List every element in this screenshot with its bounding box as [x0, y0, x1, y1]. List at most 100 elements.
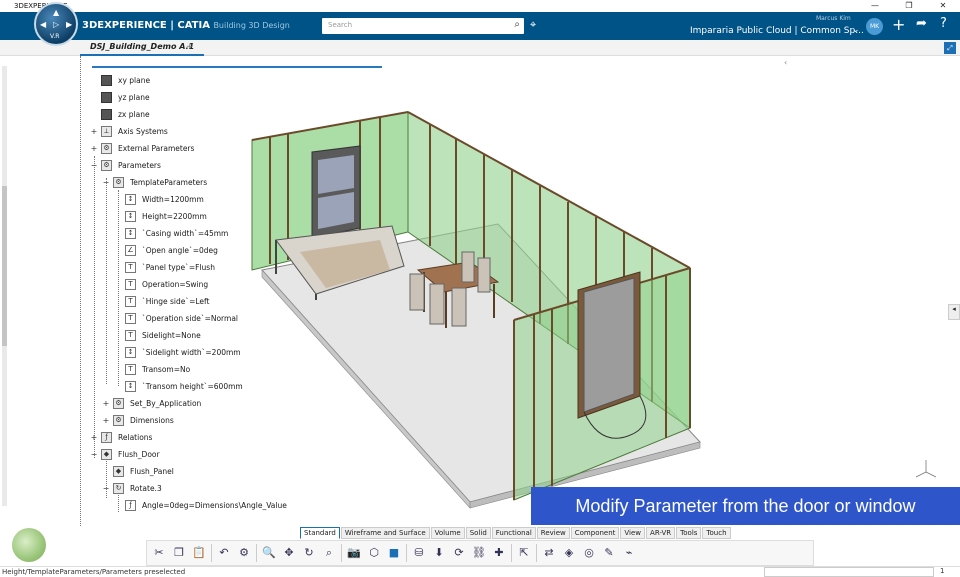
search-box[interactable]: Search ⌕: [322, 18, 524, 34]
compass-back-icon[interactable]: ◀: [40, 20, 46, 29]
help-icon[interactable]: ?: [940, 16, 947, 31]
tree-expander[interactable]: −: [102, 484, 110, 493]
cut-icon[interactable]: ✂: [151, 545, 167, 561]
3d-viewport[interactable]: ‹ ◂ xy plane yz plane zx plane + ⟂ Axis …: [0, 56, 960, 530]
refresh-icon[interactable]: ⟳: [451, 545, 467, 561]
rotate-view-icon[interactable]: ↻: [301, 545, 317, 561]
tree-node-label[interactable]: xy plane: [117, 75, 152, 85]
tree-node-axis-systems[interactable]: + ⟂ Axis Systems: [90, 124, 169, 138]
command-input[interactable]: [764, 567, 934, 577]
section-tab-ar-vr[interactable]: AR-VR: [646, 527, 676, 539]
pan-icon[interactable]: ✥: [281, 545, 297, 561]
minimize-button[interactable]: —: [858, 0, 892, 12]
tree-node-param-transom[interactable]: T Transom=No: [114, 362, 192, 376]
tree-node-param-sidelight-width[interactable]: ↕ `Sidelight width`=200mm: [114, 345, 242, 359]
tree-node-rotate-3[interactable]: − ↻ Rotate.3: [102, 481, 163, 495]
zoom-area-icon[interactable]: ⌕: [321, 545, 337, 561]
maximize-icon[interactable]: ⤢: [944, 42, 956, 54]
tree-node-flush-panel[interactable]: ◆ Flush_Panel: [102, 464, 175, 478]
copy-icon[interactable]: ❐: [171, 545, 187, 561]
tree-node-label[interactable]: Angle=0deg=Dimensions\Angle_Value: [141, 500, 288, 510]
section-tab-functional[interactable]: Functional: [491, 527, 536, 539]
probe-icon[interactable]: ◈: [561, 545, 577, 561]
tree-node-label[interactable]: `Transom height`=600mm: [141, 381, 244, 391]
tree-node-param-open-angle[interactable]: ∠ `Open angle`=0deg: [114, 243, 219, 257]
zoom-icon[interactable]: 🔍: [261, 545, 277, 561]
search-icon[interactable]: ⌕: [514, 19, 520, 30]
paste-icon[interactable]: 📋: [191, 545, 207, 561]
tree-node-label[interactable]: Flush_Door: [117, 449, 161, 459]
render-style-icon[interactable]: ■: [386, 545, 402, 561]
sketch-icon[interactable]: ⌁: [621, 545, 637, 561]
new-tab-button[interactable]: +: [186, 42, 194, 52]
tree-node-param-hinge-side[interactable]: T `Hinge side`=Left: [114, 294, 211, 308]
tree-expander[interactable]: +: [90, 127, 98, 136]
tree-node-label[interactable]: Dimensions: [129, 415, 175, 425]
tree-node-param-operation-side[interactable]: T `Operation side`=Normal: [114, 311, 239, 325]
section-tab-view[interactable]: View: [620, 527, 646, 539]
plus-icon[interactable]: ✚: [491, 545, 507, 561]
tree-node-param-sidelight[interactable]: T Sidelight=None: [114, 328, 202, 342]
tree-node-label[interactable]: `Operation side`=Normal: [141, 313, 239, 323]
tree-node-label[interactable]: Flush_Panel: [129, 466, 175, 476]
tree-node-yz-plane[interactable]: yz plane: [90, 90, 151, 104]
tree-node-label[interactable]: `Casing width`=45mm: [141, 228, 230, 238]
tree-node-label[interactable]: Width=1200mm: [141, 194, 205, 204]
tree-node-label[interactable]: Operation=Swing: [141, 279, 210, 289]
tree-node-angle-formula[interactable]: ƒ Angle=0deg=Dimensions\Angle_Value: [114, 498, 288, 512]
tree-expander[interactable]: −: [102, 178, 110, 187]
chevron-down-icon[interactable]: ⌄: [852, 25, 860, 35]
compass-forward-icon[interactable]: ▶: [66, 20, 72, 29]
annotation-icon[interactable]: ✎: [601, 545, 617, 561]
tree-node-param-panel-type[interactable]: T `Panel type`=Flush: [114, 260, 216, 274]
tree-node-label[interactable]: Axis Systems: [117, 126, 169, 136]
tree-node-label[interactable]: TemplateParameters: [129, 177, 209, 187]
section-tab-touch[interactable]: Touch: [702, 527, 731, 539]
save-icon[interactable]: ⬇: [431, 545, 447, 561]
tree-expander[interactable]: +: [102, 416, 110, 425]
measure-icon[interactable]: ⇄: [541, 545, 557, 561]
tree-node-param-casing-width[interactable]: ↕ `Casing width`=45mm: [114, 226, 230, 240]
section-tab-standard[interactable]: Standard: [300, 527, 340, 539]
side-panel-handle[interactable]: ◂: [948, 304, 960, 320]
tree-node-param-operation[interactable]: T Operation=Swing: [114, 277, 210, 291]
tree-node-parameters[interactable]: − ⚙ Parameters: [90, 158, 162, 172]
tree-node-label[interactable]: Relations: [117, 432, 154, 442]
tree-node-xy-plane[interactable]: xy plane: [90, 73, 152, 87]
view-cube-icon[interactable]: ⬡: [366, 545, 382, 561]
tree-expander[interactable]: −: [90, 450, 98, 459]
tree-expander[interactable]: +: [90, 144, 98, 153]
compass[interactable]: ▲ ◀ ▷ ▶ V.R: [34, 2, 78, 46]
tree-expander[interactable]: +: [102, 399, 110, 408]
section-tab-tools[interactable]: Tools: [676, 527, 702, 539]
database-icon[interactable]: ⛁: [411, 545, 427, 561]
section-tab-component[interactable]: Component: [570, 527, 620, 539]
tree-node-label[interactable]: Set_By_Application: [129, 398, 203, 408]
tree-expander[interactable]: −: [90, 161, 98, 170]
tree-node-label[interactable]: Transom=No: [141, 364, 192, 374]
tree-node-external-parameters[interactable]: + ⚙ External Parameters: [90, 141, 196, 155]
settings-icon[interactable]: ⚙: [236, 545, 252, 561]
section-tab-volume[interactable]: Volume: [430, 527, 465, 539]
tag-icon[interactable]: ⌖: [530, 18, 536, 32]
collab-space-selector[interactable]: Impararia Public Cloud | Common Sp...: [690, 26, 864, 36]
tree-node-set-by-application[interactable]: + ⚙ Set_By_Application: [102, 396, 203, 410]
tree-node-param-transom-height[interactable]: ↕ `Transom height`=600mm: [114, 379, 244, 393]
undo-icon[interactable]: ↶: [216, 545, 232, 561]
section-tab-wireframe[interactable]: Wireframe and Surface: [340, 527, 430, 539]
compass-up-icon[interactable]: ▲: [53, 8, 59, 17]
tree-node-label[interactable]: zx plane: [117, 109, 151, 119]
tree-node-zx-plane[interactable]: zx plane: [90, 107, 151, 121]
tree-node-param-height[interactable]: ↕ Height=2200mm: [114, 209, 208, 223]
tree-node-label[interactable]: yz plane: [117, 92, 151, 102]
move-icon[interactable]: ⇱: [516, 545, 532, 561]
close-button[interactable]: ✕: [926, 0, 960, 12]
tree-node-template-parameters[interactable]: − ⚙ TemplateParameters: [102, 175, 209, 189]
section-tab-solid[interactable]: Solid: [465, 527, 491, 539]
tree-node-label[interactable]: Parameters: [117, 160, 162, 170]
tree-node-label[interactable]: `Sidelight width`=200mm: [141, 347, 242, 357]
tree-node-label[interactable]: `Hinge side`=Left: [141, 296, 211, 306]
tree-node-label[interactable]: `Panel type`=Flush: [141, 262, 216, 272]
visibility-icon[interactable]: ◎: [581, 545, 597, 561]
capture-icon[interactable]: 📷: [346, 545, 362, 561]
